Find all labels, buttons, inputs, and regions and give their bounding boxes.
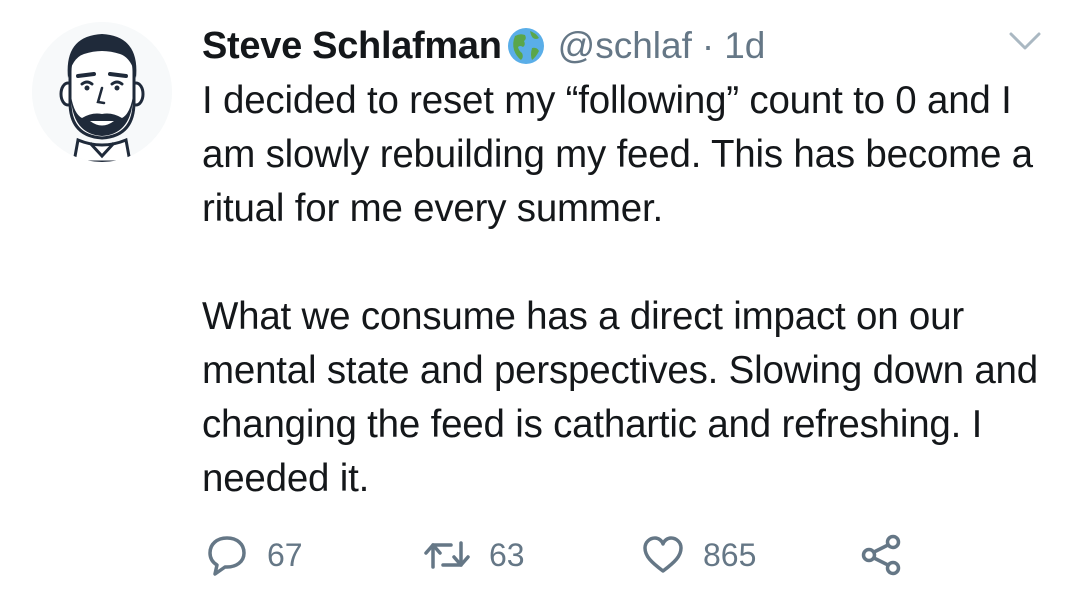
- avatar[interactable]: [32, 22, 172, 162]
- share-icon: [861, 534, 901, 576]
- chevron-down-icon[interactable]: [1008, 30, 1042, 52]
- tweet-paragraph: What we consume has a direct impact on o…: [202, 295, 1038, 500]
- tweet-actions: 67 63 865: [205, 530, 903, 580]
- reply-count: 67: [267, 536, 303, 573]
- retweet-button[interactable]: 63: [423, 535, 641, 575]
- separator-dot: ·: [701, 25, 715, 66]
- tweet-paragraph: I decided to reset my “following” count …: [202, 79, 1033, 230]
- retweet-icon: [424, 541, 470, 569]
- share-button[interactable]: [859, 533, 903, 577]
- heart-icon: [643, 536, 683, 573]
- tweet-card[interactable]: Steve Schlafman @schlaf · 1d I decided t…: [0, 0, 1080, 604]
- avatar-illustration: [32, 22, 172, 162]
- like-count: 865: [703, 536, 757, 573]
- user-handle[interactable]: @schlaf: [558, 25, 692, 67]
- retweet-count: 63: [489, 536, 525, 573]
- tweet-body: I decided to reset my “following” count …: [202, 74, 1062, 506]
- display-name[interactable]: Steve Schlafman: [202, 25, 502, 68]
- timestamp[interactable]: 1d: [724, 25, 765, 67]
- globe-americas-icon: [506, 26, 546, 66]
- reply-button[interactable]: 67: [205, 533, 423, 577]
- reply-bubble-icon: [208, 536, 246, 576]
- tweet-header: Steve Schlafman @schlaf · 1d: [202, 22, 765, 70]
- like-button[interactable]: 865: [641, 535, 859, 575]
